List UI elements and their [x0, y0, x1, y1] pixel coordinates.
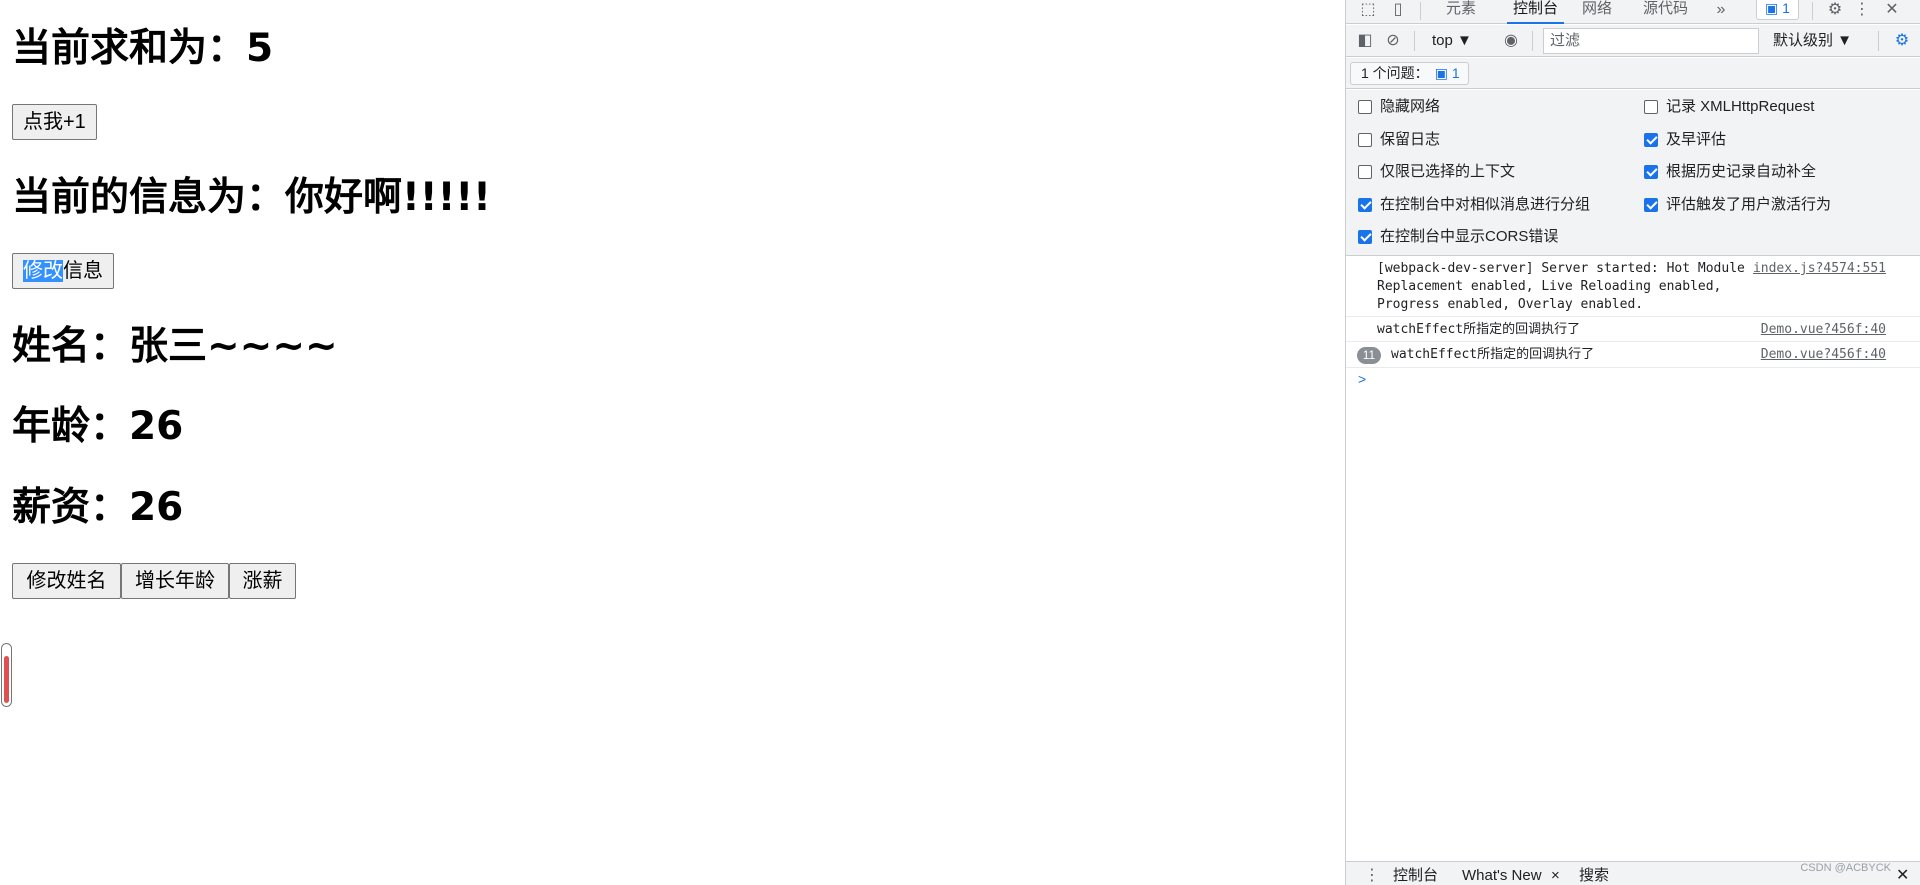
watermark: CSDN @ACBYCK — [1800, 862, 1891, 874]
devtools-tab-bar: ⬚ ▯ 元素 控制台 网络 源代码 » ▣ 1 ⚙ ⋮ ✕ — [1346, 0, 1920, 24]
setting-label: 隐藏网络 — [1380, 98, 1441, 115]
issues-badge-count: 1 — [1782, 0, 1790, 16]
edit-message-button[interactable]: 修改信息 — [12, 253, 114, 289]
edit-name-button[interactable]: 修改姓名 — [12, 563, 121, 599]
inspect-element-icon[interactable]: ⬚ — [1358, 0, 1378, 24]
console-message-source-link[interactable]: index.js?4574:551 — [1753, 260, 1886, 278]
sum-heading: 当前求和为：5 — [12, 26, 274, 71]
app-page: 当前求和为：5 点我+1 当前的信息为：你好啊!!!!! 修改信息 姓名：张三~… — [0, 0, 1345, 885]
clear-console-icon[interactable]: ⊘ — [1382, 30, 1404, 52]
salary-heading: 薪资：26 — [12, 485, 184, 530]
eye-icon[interactable]: ◉ — [1500, 30, 1522, 52]
tab-elements[interactable]: 元素 — [1446, 0, 1476, 24]
drawer-tab-bar: ⋮ 控制台 What's New × 搜索 CSDN @ACBYCK ✕ — [1346, 861, 1920, 885]
button-label-rest: 信息 — [63, 260, 103, 282]
more-tabs-icon[interactable]: » — [1713, 0, 1729, 24]
console-message-source-link[interactable]: Demo.vue?456f:40 — [1761, 321, 1886, 339]
checkbox[interactable] — [1358, 198, 1372, 212]
issues-row: 1 个问题： ▣ 1 — [1346, 58, 1920, 89]
log-level-selector[interactable]: 默认级别 ▼ — [1773, 29, 1852, 53]
close-icon[interactable]: ✕ — [1882, 0, 1902, 24]
checkbox[interactable] — [1358, 133, 1372, 147]
selected-text: 修改 — [23, 260, 63, 282]
issues-button[interactable]: 1 个问题： ▣ 1 — [1350, 62, 1469, 85]
console-message[interactable]: watchEffect所指定的回调执行了 Demo.vue?456f:40 — [1346, 318, 1920, 342]
kebab-menu-icon[interactable]: ⋮ — [1854, 0, 1870, 24]
setting-label: 记录 XMLHttpRequest — [1666, 98, 1815, 115]
setting-label: 仅限已选择的上下文 — [1380, 163, 1516, 180]
checkbox[interactable] — [1644, 100, 1658, 114]
message-icon: ▣ — [1765, 0, 1783, 16]
console-prompt-icon[interactable]: > — [1358, 371, 1366, 387]
console-message-text: [webpack-dev-server] Server started: Hot… — [1377, 261, 1753, 312]
console-message[interactable]: 11 watchEffect所指定的回调执行了 Demo.vue?456f:40 — [1346, 343, 1920, 368]
checkbox[interactable] — [1644, 198, 1658, 212]
console-message-text: watchEffect所指定的回调执行了 — [1391, 347, 1595, 362]
name-heading: 姓名：张三~~~~ — [12, 324, 338, 369]
drawer-menu-icon[interactable]: ⋮ — [1364, 866, 1380, 885]
filter-input[interactable]: 过滤 — [1543, 28, 1759, 54]
setting-label: 在控制台中对相似消息进行分组 — [1380, 196, 1591, 213]
drawer-tab-search[interactable]: 搜索 — [1579, 866, 1609, 885]
tab-network[interactable]: 网络 — [1582, 0, 1612, 24]
tab-console[interactable]: 控制台 — [1507, 0, 1565, 24]
gear-icon[interactable]: ⚙ — [1825, 0, 1845, 24]
repeat-count-badge: 11 — [1357, 347, 1381, 364]
devtools-panel: ⬚ ▯ 元素 控制台 网络 源代码 » ▣ 1 ⚙ ⋮ ✕ ◧ ⊘ top ▼ … — [1345, 0, 1920, 885]
console-message-source-link[interactable]: Demo.vue?456f:40 — [1761, 346, 1886, 364]
setting-label: 及早评估 — [1666, 131, 1727, 148]
checkbox[interactable] — [1358, 230, 1372, 244]
issues-count: ▣ 1 — [1434, 65, 1460, 81]
checkbox[interactable] — [1644, 133, 1658, 147]
checkbox[interactable] — [1358, 165, 1372, 179]
add-one-button[interactable]: 点我+1 — [12, 104, 97, 140]
slider-fill — [4, 656, 9, 703]
drawer-close-icon[interactable]: ✕ — [1896, 866, 1909, 885]
drawer-tab-whats-new[interactable]: What's New — [1462, 866, 1542, 885]
age-heading: 年龄：26 — [12, 404, 184, 449]
raise-salary-button[interactable]: 涨薪 — [229, 563, 296, 599]
console-message[interactable]: [webpack-dev-server] Server started: Hot… — [1346, 257, 1920, 317]
message-heading: 当前的信息为：你好啊!!!!! — [12, 175, 491, 220]
tab-sources[interactable]: 源代码 — [1643, 0, 1688, 24]
console-settings-gear-icon[interactable]: ⚙ — [1891, 30, 1913, 52]
console-toolbar: ◧ ⊘ top ▼ ◉ 过滤 默认级别 ▼ ⚙ — [1346, 25, 1920, 57]
vertical-slider[interactable] — [1, 643, 12, 707]
drawer-tab-close-icon[interactable]: × — [1551, 866, 1560, 885]
drawer-tab-console[interactable]: 控制台 — [1393, 866, 1438, 885]
grow-age-button[interactable]: 增长年龄 — [121, 563, 229, 599]
setting-label: 保留日志 — [1380, 131, 1441, 148]
setting-label: 评估触发了用户激活行为 — [1666, 196, 1832, 213]
console-message-text: watchEffect所指定的回调执行了 — [1377, 322, 1581, 337]
console-settings-pane: 隐藏网络 保留日志 仅限已选择的上下文 在控制台中对相似消息进行分组 在控制台中… — [1346, 90, 1920, 256]
issues-label: 1 个问题： — [1361, 65, 1429, 81]
issues-badge[interactable]: ▣ 1 — [1756, 0, 1799, 20]
sidebar-toggle-icon[interactable]: ◧ — [1354, 30, 1376, 52]
checkbox[interactable] — [1644, 165, 1658, 179]
setting-label: 根据历史记录自动补全 — [1666, 163, 1817, 180]
setting-label: 在控制台中显示CORS错误 — [1380, 228, 1559, 245]
context-selector[interactable]: top ▼ — [1432, 29, 1472, 53]
device-toolbar-icon[interactable]: ▯ — [1388, 0, 1408, 24]
checkbox[interactable] — [1358, 100, 1372, 114]
